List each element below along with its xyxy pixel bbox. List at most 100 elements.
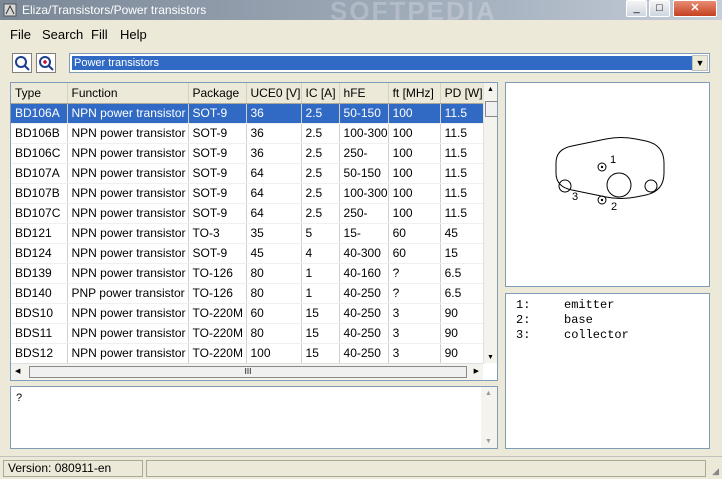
table-cell: 2.5 xyxy=(301,163,340,184)
table-cell: 1 xyxy=(301,263,340,284)
table-row[interactable]: BD106C NPN power transistor SOT-9 36 2.5 250-… xyxy=(11,143,486,164)
table-cell: 64 xyxy=(246,183,302,204)
menu-help[interactable]: Help xyxy=(120,27,147,42)
resize-grip-icon[interactable]: ◢ xyxy=(712,466,719,477)
table-row[interactable]: BDS10 NPN power transistor TO-220M 60 15 40-2… xyxy=(11,303,486,324)
table-cell: 11.5 xyxy=(440,183,486,204)
table-row[interactable]: BD106A NPN power transistor SOT-9 36 2.5 50-1… xyxy=(11,103,486,124)
table-cell: BDS12 xyxy=(11,343,68,364)
table-cell: 15 xyxy=(301,303,340,324)
table-cell: 5 xyxy=(301,223,340,244)
table-horizontal-scrollbar[interactable]: ◀ III ▶ xyxy=(11,363,483,380)
column-header-package[interactable]: Package xyxy=(188,83,247,104)
category-dropdown[interactable]: Power transistors ▼ xyxy=(69,53,710,73)
table-cell: BD106A xyxy=(11,103,68,124)
minimize-button[interactable]: _ xyxy=(626,0,647,17)
maximize-button[interactable]: □ xyxy=(649,0,670,17)
notes-text: ? xyxy=(16,392,23,404)
table-vertical-scrollbar[interactable]: ▲ ▼ xyxy=(483,83,497,363)
table-cell: NPN power transistor xyxy=(67,303,189,324)
table-cell: SOT-9 xyxy=(188,203,247,224)
table-row[interactable]: BDS12 NPN power transistor TO-220M 100 15 40-… xyxy=(11,343,486,364)
table-cell: 11.5 xyxy=(440,123,486,144)
table-cell: NPN power transistor xyxy=(67,243,189,264)
table-cell: 250- xyxy=(339,143,389,164)
scroll-up-icon[interactable]: ▲ xyxy=(485,390,492,397)
search-button[interactable] xyxy=(12,53,32,73)
scroll-down-icon[interactable]: ▼ xyxy=(487,354,494,361)
chevron-down-icon[interactable]: ▼ xyxy=(692,55,708,71)
table-cell: 100 xyxy=(388,123,441,144)
notes-scrollbar[interactable]: ▲ ▼ xyxy=(481,387,497,448)
table-cell: NPN power transistor xyxy=(67,323,189,344)
category-selected: Power transistors xyxy=(72,56,692,70)
column-header-uce0[interactable]: UCE0 [V] xyxy=(246,83,302,104)
scroll-up-icon[interactable]: ▲ xyxy=(487,86,494,93)
scrollbar-thumb[interactable]: III xyxy=(29,366,467,378)
pin-assignment-panel: 1: emitter 2: base 3: collector xyxy=(505,293,710,449)
package-diagram-panel: 1 2 3 xyxy=(505,82,710,287)
table-cell: NPN power transistor xyxy=(67,123,189,144)
table-row[interactable]: BD140 PNP power transistor TO-126 80 1 40-250… xyxy=(11,283,486,304)
table-cell: SOT-9 xyxy=(188,163,247,184)
column-header-ft[interactable]: ft [MHz] xyxy=(388,83,441,104)
column-header-ic[interactable]: IC [A] xyxy=(301,83,340,104)
pin-circle-icon xyxy=(606,172,632,198)
table-cell: ? xyxy=(388,283,441,304)
table-cell: 100 xyxy=(388,163,441,184)
table-cell: BD107C xyxy=(11,203,68,224)
table-cell: PNP power transistor xyxy=(67,283,189,304)
column-header-hfe[interactable]: hFE xyxy=(339,83,389,104)
table-cell: 250- xyxy=(339,203,389,224)
notes-textarea[interactable]: ? ▲ ▼ xyxy=(10,386,498,449)
close-button[interactable]: ✕ xyxy=(673,0,717,17)
table-cell: BD107B xyxy=(11,183,68,204)
column-header-function[interactable]: Function xyxy=(67,83,189,104)
scrollbar-thumb[interactable] xyxy=(485,101,497,117)
table-row[interactable]: BD124 NPN power transistor SOT-9 45 4 40-300 6… xyxy=(11,243,486,264)
table-cell: NPN power transistor xyxy=(67,263,189,284)
table-cell: 3 xyxy=(388,303,441,324)
menu-file[interactable]: File xyxy=(10,27,31,42)
search-next-button[interactable] xyxy=(36,53,56,73)
menu-search[interactable]: Search xyxy=(42,27,83,42)
scroll-down-icon[interactable]: ▼ xyxy=(485,438,492,445)
table-cell: 2.5 xyxy=(301,143,340,164)
magnifier-plus-icon xyxy=(39,56,54,71)
table-cell: NPN power transistor xyxy=(67,203,189,224)
package-diagram: 1 2 3 xyxy=(555,137,665,213)
table-cell: NPN power transistor xyxy=(67,183,189,204)
table-cell: 15 xyxy=(301,343,340,364)
table-cell: 1 xyxy=(301,283,340,304)
table-row[interactable]: BDS11 NPN power transistor TO-220M 80 15 40-2… xyxy=(11,323,486,344)
column-header-pd[interactable]: PD [W] xyxy=(440,83,486,104)
column-header-type[interactable]: Type xyxy=(11,83,68,104)
table-row[interactable]: BD107A NPN power transistor SOT-9 64 2.5 50-1… xyxy=(11,163,486,184)
table-cell: 64 xyxy=(246,163,302,184)
table-row[interactable]: BD107C NPN power transistor SOT-9 64 2.5 250-… xyxy=(11,203,486,224)
pin-2-dot-icon xyxy=(600,198,604,202)
table-cell: 50-150 xyxy=(339,103,389,124)
table-cell: 45 xyxy=(246,243,302,264)
table-row[interactable]: BD121 NPN power transistor TO-3 35 5 15- 60 45 xyxy=(11,223,486,244)
table-cell: 15 xyxy=(301,323,340,344)
pin-number: 2: xyxy=(516,313,531,327)
table-cell: BDS11 xyxy=(11,323,68,344)
table-cell: 3 xyxy=(388,323,441,344)
table-row[interactable]: BD139 NPN power transistor TO-126 80 1 40-160… xyxy=(11,263,486,284)
table-cell: 80 xyxy=(246,283,302,304)
menu-fill[interactable]: Fill xyxy=(91,27,108,42)
scroll-left-icon[interactable]: ◀ xyxy=(15,367,20,375)
table-cell: 35 xyxy=(246,223,302,244)
table-cell: SOT-9 xyxy=(188,243,247,264)
table-cell: 6.5 xyxy=(440,263,486,284)
table-cell: NPN power transistor xyxy=(67,223,189,244)
pin-label-2: 2 xyxy=(611,201,617,213)
table-cell: 100-300 xyxy=(339,123,389,144)
scroll-right-icon[interactable]: ▶ xyxy=(474,367,479,375)
table-cell: 90 xyxy=(440,303,486,324)
table-row[interactable]: BD107B NPN power transistor SOT-9 64 2.5 100-… xyxy=(11,183,486,204)
table-cell: 40-250 xyxy=(339,343,389,364)
table-row[interactable]: BD106B NPN power transistor SOT-9 36 2.5 100-… xyxy=(11,123,486,144)
status-message xyxy=(146,460,706,477)
